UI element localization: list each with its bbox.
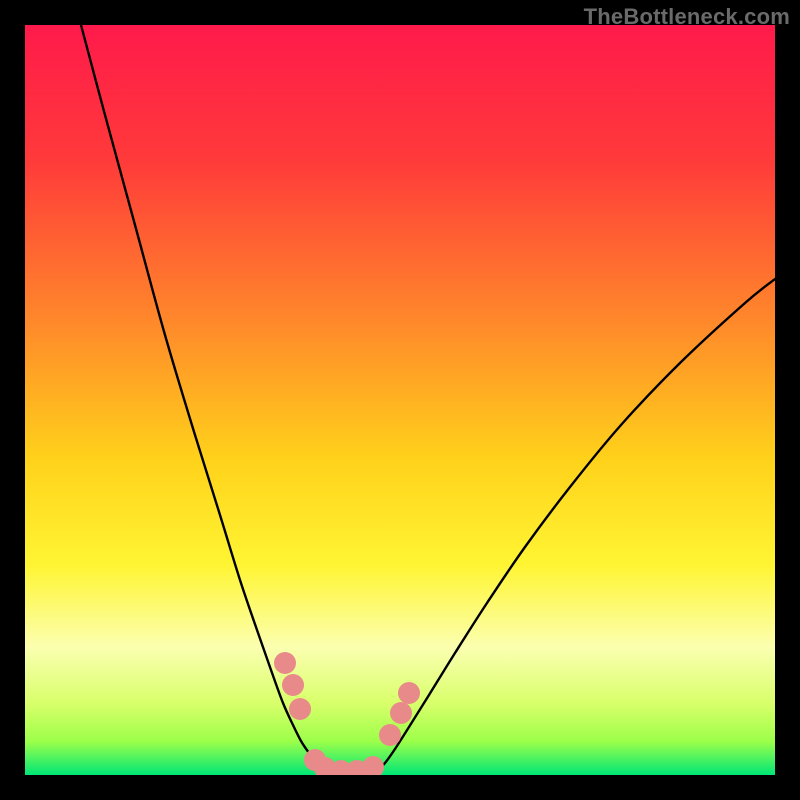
- gradient-background: [25, 25, 775, 775]
- data-marker: [289, 698, 311, 720]
- chart-svg: [25, 25, 775, 775]
- data-marker: [379, 724, 401, 746]
- outer-black-frame: TheBottleneck.com: [0, 0, 800, 800]
- watermark-text: TheBottleneck.com: [584, 4, 790, 30]
- data-marker: [390, 702, 412, 724]
- data-marker: [274, 652, 296, 674]
- data-marker: [282, 674, 304, 696]
- plot-area: [25, 25, 775, 775]
- data-marker: [398, 682, 420, 704]
